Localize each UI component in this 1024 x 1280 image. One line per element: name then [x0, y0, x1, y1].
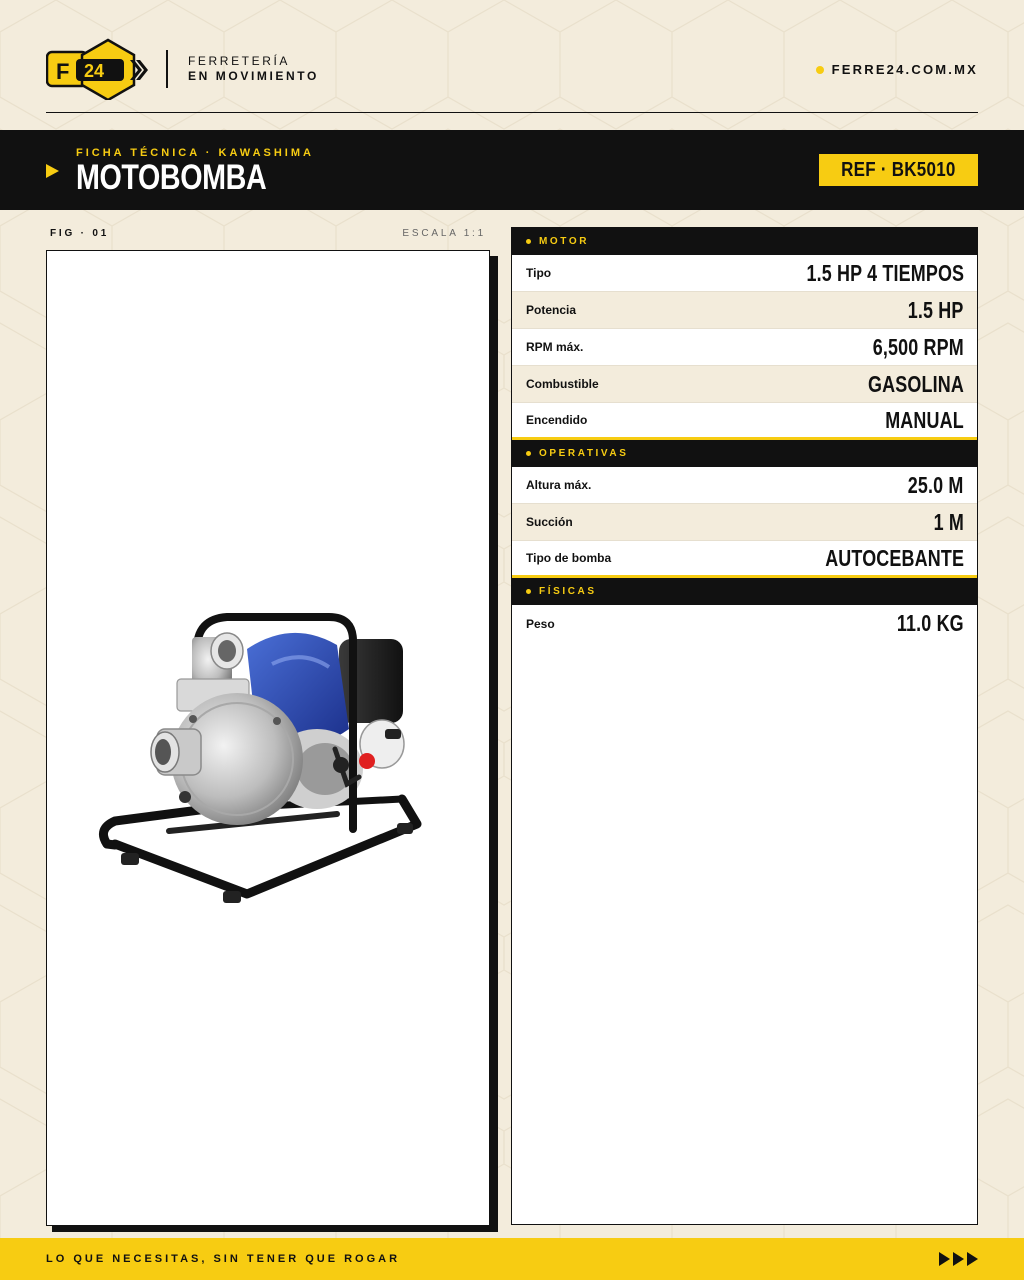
spec-label: Tipo: [526, 266, 552, 280]
footer-bar: LO QUE NECESITAS, SIN TENER QUE ROGAR: [0, 1238, 1024, 1280]
bullet-dot-icon: [526, 239, 531, 244]
play-arrow-icon: [967, 1252, 978, 1266]
section-title: OPERATIVAS: [539, 448, 629, 459]
website-link[interactable]: FERRE24.COM.MX: [815, 62, 978, 77]
play-arrow-icon: [939, 1252, 950, 1266]
yellow-dot-icon: [815, 65, 824, 74]
product-title: MOTOBOMBA: [76, 158, 267, 197]
spec-label: Succión: [526, 515, 573, 529]
header-rule: [46, 112, 978, 113]
spec-row: Tipo de bomba AUTOCEBANTE: [512, 541, 977, 578]
bullet-dot-icon: [526, 451, 531, 456]
section-header-motor: MOTOR: [512, 228, 977, 255]
spec-label: Altura máx.: [526, 478, 592, 492]
tagline-line-2: EN MOVIMIENTO: [188, 69, 319, 83]
spec-row: Peso 11.0 KG: [512, 605, 977, 642]
spec-row: Encendido MANUAL: [512, 403, 977, 440]
play-arrow-icon: [953, 1252, 964, 1266]
logo-number: 24: [84, 61, 104, 81]
spec-row: Combustible GASOLINA: [512, 366, 977, 403]
section-header-operativas: OPERATIVAS: [512, 440, 977, 467]
section-header-fisicas: FÍSICAS: [512, 578, 977, 605]
water-pump-image: [98, 613, 422, 903]
header-divider: [166, 50, 168, 88]
header: F 24 FERRETERÍA EN MOVIMIENTO FERRE24.CO…: [46, 38, 978, 114]
spec-value: GASOLINA: [868, 370, 964, 397]
play-arrow-icon: [46, 164, 59, 178]
spec-value: 25.0 M: [908, 471, 964, 498]
spec-value: 1.5 HP 4 TIEMPOS: [806, 259, 964, 286]
spec-label: Encendido: [526, 413, 588, 427]
spec-row: Succión 1 M: [512, 504, 977, 541]
website-text: FERRE24.COM.MX: [831, 62, 978, 77]
spec-row: RPM máx. 6,500 RPM: [512, 329, 977, 366]
tagline-line-1: FERRETERÍA: [188, 54, 291, 68]
spec-row: Potencia 1.5 HP: [512, 292, 977, 329]
spec-value: 1 M: [933, 508, 964, 535]
figure-frame: [46, 250, 490, 1226]
spec-value: 11.0 KG: [897, 610, 964, 636]
f24-logo[interactable]: F 24: [46, 38, 150, 100]
spec-row: Altura máx. 25.0 M: [512, 467, 977, 504]
reference-text: REF · BK5010: [841, 158, 956, 181]
section-title: FÍSICAS: [539, 586, 597, 597]
footer-slogan: LO QUE NECESITAS, SIN TENER QUE ROGAR: [46, 1253, 401, 1265]
scale-label: ESCALA 1:1: [402, 228, 486, 239]
spec-table: MOTOR Tipo 1.5 HP 4 TIEMPOS Potencia 1.5…: [511, 227, 978, 1225]
spec-value: 1.5 HP: [908, 296, 964, 323]
bullet-dot-icon: [526, 589, 531, 594]
reference-badge: REF · BK5010: [819, 154, 978, 186]
spec-label: Combustible: [526, 377, 599, 391]
spec-value: MANUAL: [885, 406, 964, 433]
spec-label: Tipo de bomba: [526, 551, 612, 565]
title-band: FICHA TÉCNICA · KAWASHIMA MOTOBOMBA REF …: [0, 130, 1024, 210]
logo-letter: F: [56, 59, 69, 84]
spec-row: Tipo 1.5 HP 4 TIEMPOS: [512, 255, 977, 292]
spec-label: Peso: [526, 616, 555, 631]
brand-tagline: FERRETERÍA EN MOVIMIENTO: [188, 54, 319, 84]
spec-label: Potencia: [526, 303, 577, 317]
spec-label: RPM máx.: [526, 340, 584, 354]
section-title: MOTOR: [539, 236, 590, 247]
spec-value: 6,500 RPM: [872, 333, 964, 360]
triple-play-arrows-icon: [939, 1252, 978, 1266]
spec-value: AUTOCEBANTE: [825, 544, 964, 571]
figure-label: FIG · 01: [50, 228, 110, 239]
